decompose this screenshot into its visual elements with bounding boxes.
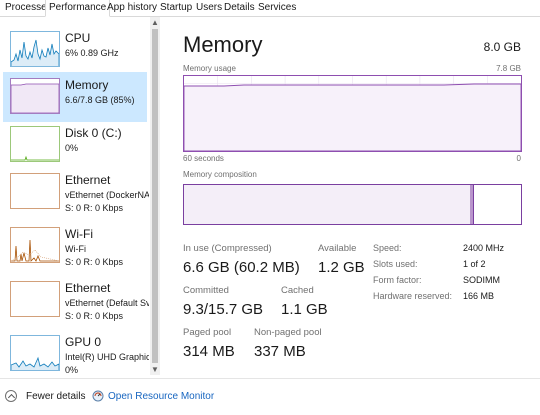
available-label: Available xyxy=(318,243,357,254)
non-paged-pool-value: 337 MB xyxy=(254,343,306,360)
sidebar-item-label: Ethernet xyxy=(65,173,111,187)
slots-used-value: 1 of 2 xyxy=(463,259,486,269)
fewer-details-button[interactable]: Fewer details xyxy=(26,391,85,402)
in-use-label: In use (Compressed) xyxy=(183,243,272,254)
speed-label: Speed: xyxy=(373,243,402,253)
non-paged-pool-label: Non-paged pool xyxy=(254,327,322,338)
tab-startup[interactable]: Startup xyxy=(157,0,195,15)
form-factor-value: SODIMM xyxy=(463,275,500,285)
sidebar-item-disk[interactable]: Disk 0 (C:) 0% xyxy=(3,120,147,170)
throughput: S: 0 R: 0 Kbps xyxy=(65,257,124,267)
memory-usage-label: Memory usage xyxy=(183,64,236,73)
cpu-summary: 6% 0.89 GHz xyxy=(65,48,119,58)
disk-thumbnail-graph xyxy=(10,126,60,162)
sidebar-item-gpu[interactable]: GPU 0 Intel(R) UHD Graphic 0% xyxy=(3,329,149,375)
hardware-reserved-label: Hardware reserved: xyxy=(373,291,453,301)
paged-pool-label: Paged pool xyxy=(183,327,232,338)
sidebar-item-memory[interactable]: Memory 6.6/7.8 GB (85%) xyxy=(3,72,147,122)
adapter-name: vEthernet (DockerNA xyxy=(65,190,149,200)
sidebar-item-label: Ethernet xyxy=(65,281,111,295)
resource-list: CPU 6% 0.89 GHz Memory 6.6/7.8 GB (85%) … xyxy=(0,17,149,375)
memory-thumbnail-graph xyxy=(10,78,60,114)
adapter-name: vEthernet (Default Sv xyxy=(65,298,149,308)
time-axis-end: 0 xyxy=(516,154,521,163)
slots-used-label: Slots used: xyxy=(373,259,418,269)
sidebar-item-label: Memory xyxy=(65,78,109,92)
available-value: 1.2 GB xyxy=(318,259,365,276)
sidebar-item-label: CPU xyxy=(65,31,91,45)
memory-summary: 6.6/7.8 GB (85%) xyxy=(65,95,135,105)
memory-composition-bar xyxy=(183,184,522,225)
paged-pool-value: 314 MB xyxy=(183,343,235,360)
tab-app-history[interactable]: App history xyxy=(104,0,160,15)
throughput: S: 0 R: 0 Kbps xyxy=(65,311,124,321)
sidebar-item-label: Wi-Fi xyxy=(65,227,93,241)
adapter-name: Wi-Fi xyxy=(65,244,86,254)
tab-bar: Processes Performance App history Startu… xyxy=(0,0,540,17)
cached-label: Cached xyxy=(281,285,314,296)
in-use-segment xyxy=(184,185,471,224)
footer-bar: Fewer details Open Resource Monitor xyxy=(0,378,540,415)
chevron-up-icon[interactable] xyxy=(5,390,17,402)
total-memory: 8.0 GB xyxy=(483,40,521,54)
disk-summary: 0% xyxy=(65,143,79,153)
wifi-thumbnail-graph xyxy=(10,227,60,263)
gpu-model: Intel(R) UHD Graphic xyxy=(65,352,149,362)
throughput: S: 0 R: 0 Kbps xyxy=(65,203,124,213)
tab-performance[interactable]: Performance xyxy=(45,0,111,17)
gpu-usage: 0% xyxy=(65,365,79,375)
modified-segment xyxy=(470,185,474,224)
scroll-up-arrow-icon[interactable]: ▲ xyxy=(151,18,159,27)
form-factor-label: Form factor: xyxy=(373,275,422,285)
sidebar-item-wifi[interactable]: Wi-Fi Wi-Fi S: 0 R: 0 Kbps xyxy=(3,221,147,271)
resource-monitor-icon[interactable] xyxy=(92,390,104,402)
hardware-reserved-value: 166 MB xyxy=(463,291,495,301)
open-resource-monitor-link[interactable]: Open Resource Monitor xyxy=(108,391,214,402)
ethernet-thumbnail-graph xyxy=(10,281,60,317)
memory-usage-graph xyxy=(183,75,522,152)
committed-label: Committed xyxy=(183,285,229,296)
sidebar-item-label: GPU 0 xyxy=(65,335,102,349)
tab-details[interactable]: Details xyxy=(221,0,258,15)
scrollbar-thumb[interactable] xyxy=(152,29,158,363)
memory-usage-max: 7.8 GB xyxy=(496,64,521,73)
sidebar-item-ethernet-docker[interactable]: Ethernet vEthernet (DockerNA S: 0 R: 0 K… xyxy=(3,167,149,217)
tab-services[interactable]: Services xyxy=(255,0,299,15)
cached-value: 1.1 GB xyxy=(281,301,328,318)
sidebar-item-label: Disk 0 (C:) xyxy=(65,126,122,140)
sidebar-scrollbar[interactable]: ▲ ▼ xyxy=(150,17,160,375)
speed-value: 2400 MHz xyxy=(463,243,505,253)
in-use-value: 6.6 GB (60.2 MB) xyxy=(183,259,300,276)
gpu-thumbnail-graph xyxy=(10,335,60,371)
ethernet-thumbnail-graph xyxy=(10,173,60,209)
page-title: Memory xyxy=(183,32,263,57)
scroll-down-arrow-icon[interactable]: ▼ xyxy=(151,365,159,374)
time-axis-start: 60 seconds xyxy=(183,154,224,163)
sidebar-item-ethernet-default[interactable]: Ethernet vEthernet (Default Sv S: 0 R: 0… xyxy=(3,275,149,325)
committed-value: 9.3/15.7 GB xyxy=(183,301,264,318)
sidebar-item-cpu[interactable]: CPU 6% 0.89 GHz xyxy=(3,25,147,75)
cpu-thumbnail-graph xyxy=(10,31,60,67)
memory-composition-label: Memory composition xyxy=(183,170,257,179)
